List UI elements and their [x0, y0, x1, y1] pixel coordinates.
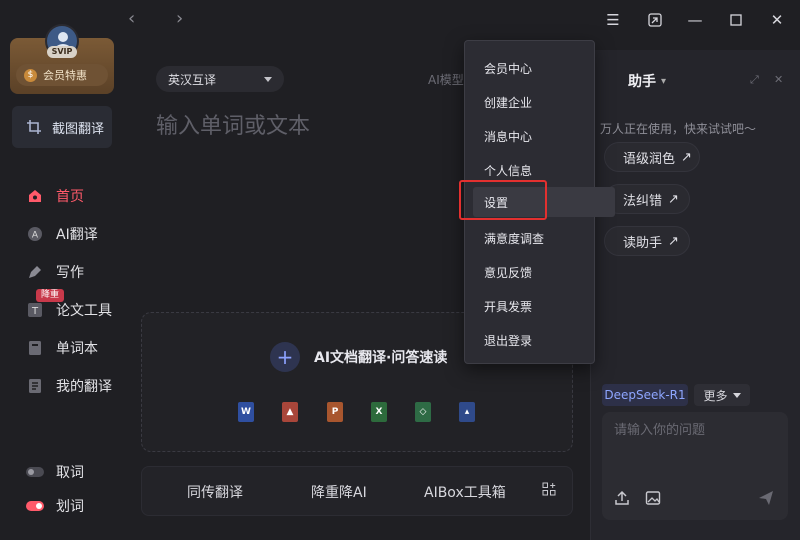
arrow-icon: ↗: [668, 191, 679, 207]
ai-icon: A: [26, 225, 44, 243]
menu-item-feedback[interactable]: 意见反馈: [473, 257, 615, 287]
sidebar-item-writing[interactable]: 写作: [26, 260, 118, 284]
member-offer-button[interactable]: $ 会员特惠: [16, 64, 108, 86]
arrow-icon: ↗: [681, 149, 692, 165]
suggestion-label: 法纠错: [623, 193, 663, 209]
svg-text:T: T: [31, 306, 39, 317]
assistant-tip: 万人正在使用，快来试试吧～: [600, 122, 757, 136]
screenshot-translate-label: 截图翻译: [52, 121, 105, 137]
txt-file-icon: ◇: [415, 402, 431, 422]
language-pair-label: 英汉互译: [168, 72, 217, 87]
question-input[interactable]: [614, 420, 774, 440]
sidebar-item-label: 论文工具: [56, 303, 112, 319]
minimize-icon[interactable]: —: [684, 9, 706, 31]
sidebar-item-thesis[interactable]: T 论文工具: [26, 298, 118, 322]
sidebar-item-label: 首页: [56, 189, 84, 205]
sidebar-item-ai-translate[interactable]: A AI翻译: [26, 222, 118, 246]
chevron-down-icon: [732, 392, 741, 398]
image-icon[interactable]: [645, 490, 661, 510]
menu-item-survey[interactable]: 满意度调查: [473, 223, 615, 253]
menu-item-member-center[interactable]: 会员中心: [473, 53, 615, 83]
crop-icon: [27, 120, 41, 134]
suggestion-label: 读助手: [623, 235, 663, 251]
chevron-down-icon[interactable]: ▾: [661, 76, 666, 87]
suggestion-reading[interactable]: 读助手 ↗: [604, 226, 690, 256]
highlight-box: [459, 180, 547, 220]
ppt-file-icon: P: [327, 402, 343, 422]
toggle-select-word[interactable]: 划词: [26, 494, 118, 518]
arrow-icon: ↗: [668, 233, 679, 249]
more-button[interactable]: 更多: [694, 384, 750, 406]
menu-icon[interactable]: ☰: [602, 9, 624, 31]
simultaneous-translate-tool[interactable]: 同传翻译: [187, 482, 243, 502]
toggle-word-pick[interactable]: 取词: [26, 460, 118, 484]
select-word-toggle[interactable]: [26, 501, 44, 511]
chevron-down-icon: [264, 76, 272, 82]
menu-item-logout[interactable]: 退出登录: [473, 325, 615, 355]
wordbook-icon: [26, 339, 44, 357]
upload-label: AI文档翻译·问答速读: [314, 350, 448, 366]
mini-window-icon[interactable]: [644, 9, 666, 31]
menu-item-invoice[interactable]: 开具发票: [473, 291, 615, 321]
sidebar-item-label: 写作: [56, 265, 84, 281]
toggle-label: 取词: [56, 465, 84, 481]
member-offer-label: 会员特惠: [43, 69, 87, 82]
sidebar-item-label: AI翻译: [56, 227, 98, 243]
close-icon[interactable]: ✕: [766, 9, 788, 31]
history-icon: [26, 377, 44, 395]
sidebar-item-label: 单词本: [56, 341, 98, 357]
screenshot-translate-button[interactable]: 截图翻译: [12, 106, 112, 148]
model-selector[interactable]: DeepSeek-R1: [602, 384, 688, 406]
expand-icon[interactable]: ⤢: [750, 73, 759, 87]
toggle-label: 划词: [56, 499, 84, 515]
apps-grid-icon[interactable]: [542, 481, 556, 500]
sidebar-item-my-translations[interactable]: 我的翻译: [26, 374, 118, 398]
maximize-icon[interactable]: [725, 9, 747, 31]
svg-text:A: A: [32, 231, 39, 241]
word-pick-toggle[interactable]: [26, 467, 44, 477]
ai-model-label[interactable]: AI模型: [428, 71, 464, 88]
svip-badge: SVIP: [47, 46, 77, 58]
menu-item-create-enterprise[interactable]: 创建企业: [473, 87, 615, 117]
suggestion-polish[interactable]: 语级润色 ↗: [604, 142, 700, 172]
upload-icon[interactable]: [614, 490, 630, 510]
panel-close-icon[interactable]: ✕: [774, 73, 783, 86]
suggestion-label: 语级润色: [623, 151, 676, 167]
suggestion-grammar[interactable]: 法纠错 ↗: [604, 184, 690, 214]
pdf-file-icon: ▲: [282, 402, 298, 422]
word-file-icon: W: [238, 402, 254, 422]
home-icon: [26, 187, 44, 205]
back-arrow-icon[interactable]: ‹: [128, 8, 135, 29]
pen-icon: [26, 263, 44, 281]
language-selector[interactable]: 英汉互译: [156, 66, 284, 92]
assistant-title[interactable]: 助手: [628, 71, 656, 91]
text-input-placeholder[interactable]: 输入单词或文本: [156, 108, 310, 140]
coin-icon: $: [24, 68, 37, 82]
sidebar-item-wordbook[interactable]: 单词本: [26, 336, 118, 360]
image-file-icon: ▴: [459, 402, 475, 422]
send-icon[interactable]: [758, 490, 774, 510]
reduce-ai-tool[interactable]: 降重降AI: [311, 482, 367, 502]
menu-item-message-center[interactable]: 消息中心: [473, 121, 615, 151]
forward-arrow-icon[interactable]: ›: [176, 8, 183, 29]
plus-icon[interactable]: +: [270, 342, 300, 372]
excel-file-icon: X: [371, 402, 387, 422]
sidebar-item-label: 我的翻译: [56, 379, 112, 395]
more-label: 更多: [703, 388, 728, 403]
aibox-tool[interactable]: AIBox工具箱: [424, 482, 506, 502]
sidebar-item-home[interactable]: 首页: [26, 184, 118, 208]
thesis-icon: T: [26, 301, 44, 319]
